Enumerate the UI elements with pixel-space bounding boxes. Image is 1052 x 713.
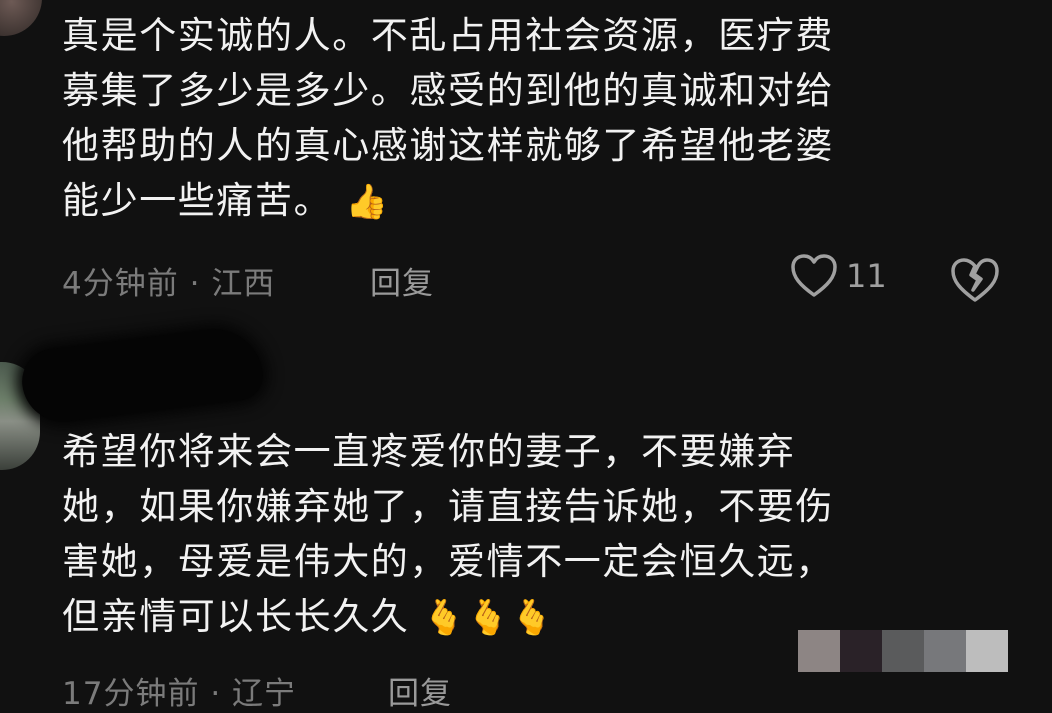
thumbs-up-icon: 👍 — [345, 182, 390, 222]
comment-line: 但亲情可以长长久久 — [62, 595, 410, 638]
meta-separator: · — [189, 266, 201, 302]
username-redaction — [18, 323, 266, 427]
like-button[interactable]: 11 — [790, 253, 887, 299]
comment-line-last: 能少一些痛苦。 👍 — [62, 173, 982, 228]
meta-separator: · — [210, 676, 222, 712]
comment-meta: 17分钟前 · 辽宁 — [62, 668, 296, 713]
comment-meta: 4分钟前 · 江西 — [62, 258, 275, 303]
reply-button[interactable]: 回复 — [370, 258, 434, 303]
watermark-pixels — [798, 630, 1008, 672]
pixel-block — [798, 630, 840, 672]
like-count: 11 — [846, 257, 887, 295]
comment-line: 希望你将来会一直疼爱你的妻子，不要嫌弃 — [62, 430, 796, 473]
broken-heart-icon — [951, 258, 999, 302]
comment-time: 4分钟前 — [62, 266, 179, 302]
comment-time: 17分钟前 — [62, 676, 200, 712]
pixel-block — [840, 630, 882, 672]
pixel-block — [924, 630, 966, 672]
heart-outline-icon — [791, 254, 837, 297]
comment-line: 能少一些痛苦。 — [62, 179, 333, 222]
pixel-block — [882, 630, 924, 672]
comment-text: 真是个实诚的人。不乱占用社会资源，医疗费 募集了多少是多少。感受的到他的真诚和对… — [62, 8, 982, 228]
reply-button[interactable]: 回复 — [388, 668, 452, 713]
comment-text: 希望你将来会一直疼爱你的妻子，不要嫌弃 她，如果你嫌弃她了，请直接告诉她，不要伤… — [62, 424, 982, 644]
comment-line: 真是个实诚的人。不乱占用社会资源，医疗费 — [62, 14, 834, 57]
dislike-button[interactable] — [950, 256, 1000, 308]
finger-heart-icon: 🫰🫰🫰 — [422, 598, 555, 638]
avatar[interactable] — [0, 0, 42, 36]
comment-location: 江西 — [211, 266, 276, 302]
comment-location: 辽宁 — [232, 676, 297, 712]
comment-line: 募集了多少是多少。感受的到他的真诚和对给 — [62, 69, 834, 112]
pixel-block — [966, 630, 1008, 672]
comment-line: 害她，母爱是伟大的，爱情不一定会恒久远， — [62, 540, 834, 583]
comment-line: 他帮助的人的真心感谢这样就够了希望他老婆 — [62, 124, 834, 167]
comment-line: 她，如果你嫌弃她了，请直接告诉她，不要伤 — [62, 485, 834, 528]
